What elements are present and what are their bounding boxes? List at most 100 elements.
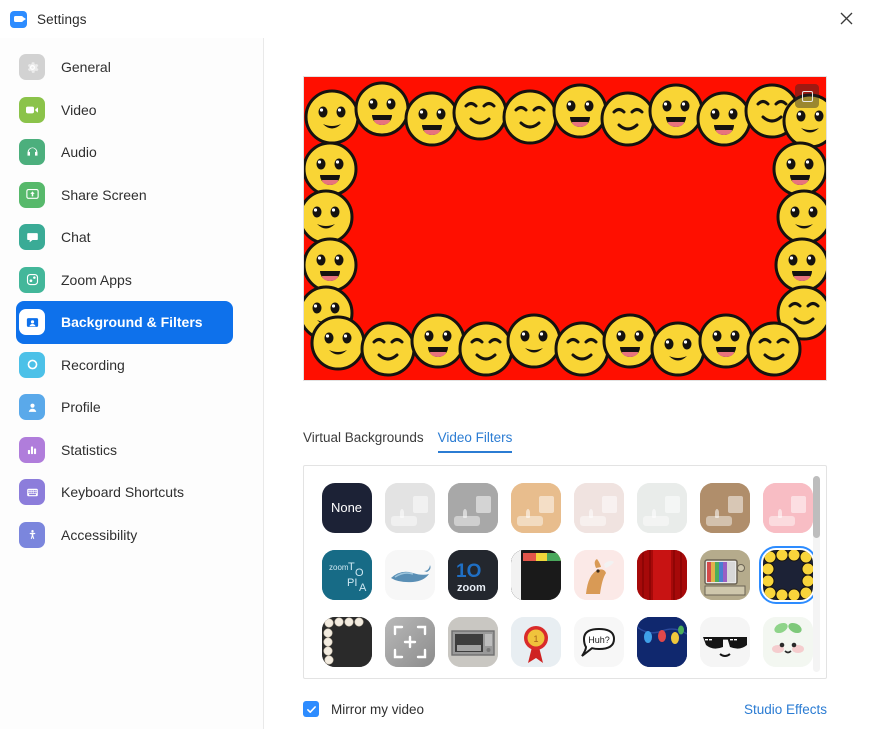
mirror-my-video-checkbox[interactable]: Mirror my video [303,701,424,717]
video-filter-cell [693,542,756,607]
video-preview[interactable] [303,76,827,381]
sidebar-item-label: Recording [61,356,125,373]
video-filter-cell: Huh? [567,609,630,674]
settings-window: Settings General Video Audio Share Scree… [0,0,869,729]
video-filter-cell [378,475,441,540]
sidebar-item-background-and-filters[interactable]: Background & Filters [16,301,233,344]
video-filter-cell [693,475,756,540]
video-filter-thumbnail[interactable] [699,616,750,667]
svg-text:1O: 1O [456,561,481,582]
record-circle-icon [19,351,45,378]
sidebar-item-label: Audio [61,144,97,161]
video-filter-thumbnail[interactable]: 1 [510,616,561,667]
svg-text:zoom: zoom [457,582,486,594]
close-icon[interactable] [824,0,869,36]
sidebar-item-label: Keyboard Shortcuts [61,484,184,501]
video-filter-thumbnail[interactable] [762,616,813,667]
main-panel: Virtual Backgrounds Video Filters None z… [264,38,869,729]
video-filter-cell: 1 [504,609,567,674]
video-filter-cell [378,542,441,607]
video-filter-cell [567,475,630,540]
video-filter-thumbnail[interactable] [384,482,435,533]
video-camera-icon [19,96,45,123]
sidebar-item-accessibility[interactable]: Accessibility [16,514,233,557]
svg-text:1: 1 [533,634,538,644]
video-filter-cell [630,609,693,674]
sidebar-item-label: Profile [61,399,101,416]
video-filter-thumbnail[interactable] [573,482,624,533]
mirror-my-video-label: Mirror my video [331,701,425,717]
sidebar-item-statistics[interactable]: Statistics [16,429,233,472]
video-filter-thumbnail[interactable] [510,482,561,533]
sidebar-item-recording[interactable]: Recording [16,344,233,387]
video-filter-cell [504,542,567,607]
filters-scrollbar[interactable] [813,476,820,672]
person-icon [19,394,45,421]
checkmark-icon [303,701,319,717]
video-filter-cell [441,475,504,540]
video-filter-thumbnail[interactable]: 1O zoom [447,549,498,600]
filters-scrollbar-thumb[interactable] [813,476,820,538]
sidebar-item-label: Accessibility [61,526,138,543]
video-filter-thumbnail[interactable] [573,549,624,600]
sidebar-item-profile[interactable]: Profile [16,386,233,429]
sidebar-item-label: Video [61,101,97,118]
studio-effects-link[interactable]: Studio Effects [744,702,827,717]
tab-video-filters[interactable]: Video Filters [437,430,513,453]
sidebar-item-label: Chat [61,229,91,246]
video-filter-thumbnail[interactable] [758,545,817,604]
sidebar-item-share-screen[interactable]: Share Screen [16,174,233,217]
video-filter-thumbnail[interactable] [384,616,435,667]
expand-icon[interactable] [795,84,819,108]
video-filter-thumbnail[interactable] [447,616,498,667]
sidebar-item-label: Background & Filters [61,314,203,331]
zoom-camera-icon [10,10,27,28]
video-filter-cell [567,542,630,607]
title-bar: Settings [0,0,869,38]
video-filter-cell [756,475,819,540]
sidebar-item-video[interactable]: Video [16,89,233,132]
video-filter-cell [630,542,693,607]
video-filter-cell [315,609,378,674]
video-filter-cell [693,609,756,674]
chat-bubble-icon [19,224,45,251]
video-filter-cell [504,475,567,540]
video-filter-thumbnail[interactable]: zoom T O PI A [321,549,372,600]
keyboard-icon [19,479,45,506]
sidebar-item-audio[interactable]: Audio [16,131,233,174]
video-filter-thumbnail[interactable] [699,549,750,600]
background-filter-tabs: Virtual Backgrounds Video Filters [303,430,838,453]
video-filter-thumbnail[interactable] [510,549,561,600]
tab-virtual-backgrounds[interactable]: Virtual Backgrounds [303,430,424,453]
video-filter-cell [756,542,819,607]
video-filter-thumbnail[interactable] [636,549,687,600]
svg-text:T: T [348,561,355,573]
video-filter-cell [630,475,693,540]
sidebar: General Video Audio Share Screen Chat Zo… [0,38,264,729]
sidebar-item-chat[interactable]: Chat [16,216,233,259]
video-filter-cell: None [315,475,378,540]
video-filter-thumbnail[interactable]: None [321,482,372,533]
video-filters-panel: None zoom T O PI A 1O zoom 1 Huh? [303,465,827,679]
svg-text:PI: PI [347,577,357,589]
video-filter-thumbnail[interactable]: Huh? [573,616,624,667]
video-filter-thumbnail[interactable] [636,482,687,533]
sidebar-item-general[interactable]: General [16,46,233,89]
video-filter-cell: 1O zoom [441,542,504,607]
video-filter-cell [441,609,504,674]
video-filter-thumbnail[interactable] [762,482,813,533]
sidebar-item-keyboard-shortcuts[interactable]: Keyboard Shortcuts [16,471,233,514]
sidebar-item-label: Zoom Apps [61,271,132,288]
gear-icon [19,54,45,81]
sidebar-item-zoom-apps[interactable]: Zoom Apps [16,259,233,302]
video-filter-thumbnail[interactable] [636,616,687,667]
zoom-apps-icon [19,266,45,293]
video-filter-thumbnail[interactable] [447,482,498,533]
video-filter-thumbnail[interactable] [384,549,435,600]
video-filter-thumbnail[interactable] [321,616,372,667]
video-filter-thumbnail[interactable] [699,482,750,533]
svg-text:zoom: zoom [329,563,349,572]
sidebar-item-label: Share Screen [61,186,147,203]
video-filter-cell: zoom T O PI A [315,542,378,607]
svg-text:Huh?: Huh? [588,635,610,645]
